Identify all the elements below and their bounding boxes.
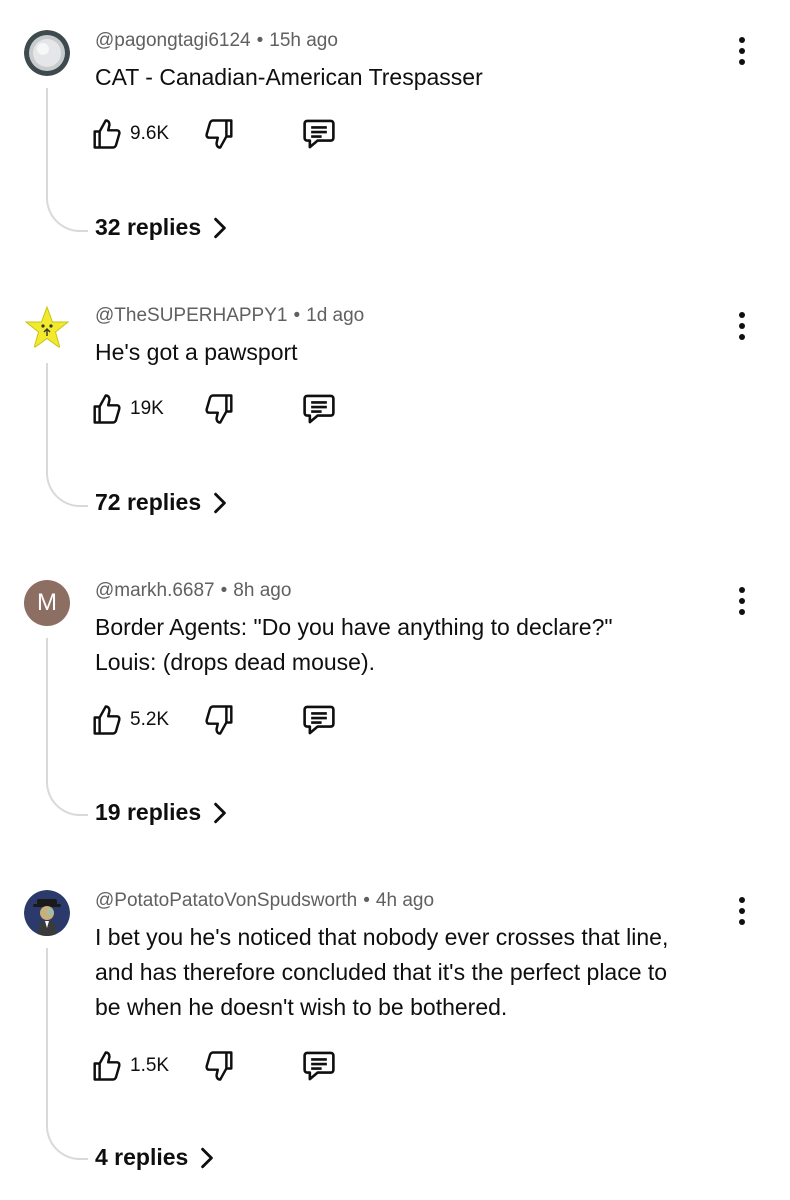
thumbs-up-icon [93, 705, 121, 735]
thumbs-down-icon [205, 705, 233, 735]
more-options-button[interactable] [731, 896, 753, 926]
comment-icon [303, 705, 335, 735]
separator-dot: • [363, 890, 370, 911]
comment-icon [303, 394, 335, 424]
thread-line [46, 88, 88, 232]
avatar[interactable] [24, 890, 70, 936]
dislike-button[interactable] [204, 118, 234, 155]
like-button[interactable]: 19K [92, 393, 164, 425]
avatar[interactable] [24, 305, 70, 351]
more-vert-icon [739, 37, 745, 43]
separator-dot: • [293, 305, 301, 326]
comment-author[interactable]: @pagongtagi6124 [95, 30, 251, 51]
replies-label: 19 replies [95, 799, 202, 825]
avatar[interactable]: M [24, 580, 70, 626]
more-vert-icon [739, 897, 745, 903]
avatar[interactable] [24, 30, 70, 76]
dislike-button[interactable] [204, 704, 234, 741]
thumbs-down-icon [205, 1051, 233, 1081]
comment-text-line: be when he doesn't wish to be bothered. [95, 994, 508, 1020]
comment-text-line: Louis: (drops dead mouse). [95, 649, 375, 675]
separator-dot: • [220, 580, 228, 601]
reply-button[interactable] [302, 118, 336, 155]
view-replies-button[interactable]: 32 replies [95, 214, 227, 241]
replies-label: 32 replies [95, 214, 202, 240]
comment-meta: @PotatoPatatoVonSpudsworth • 4h ago [95, 890, 434, 912]
view-replies-button[interactable]: 19 replies [95, 799, 227, 826]
replies-label: 4 replies [95, 1144, 189, 1170]
view-replies-button[interactable]: 72 replies [95, 489, 227, 516]
comment-meta: @TheSUPERHAPPY1 • 1d ago [95, 305, 364, 327]
reply-button[interactable] [302, 393, 336, 430]
comment-actions: 9.6K [92, 114, 352, 154]
comment-text-line: I bet you he's noticed that nobody ever … [95, 924, 669, 950]
dislike-button[interactable] [204, 393, 234, 430]
thread-line [46, 363, 88, 507]
star-avatar-icon [24, 305, 70, 351]
thumbs-down-icon [205, 119, 233, 149]
like-button[interactable]: 9.6K [92, 118, 169, 150]
like-button[interactable]: 1.5K [92, 1050, 169, 1082]
separator-dot: • [256, 30, 264, 51]
comment-icon [303, 119, 335, 149]
comment-author[interactable]: @markh.6687 [95, 580, 215, 601]
comment-text: CAT - Canadian-American Trespasser [95, 60, 745, 95]
more-options-button[interactable] [731, 311, 753, 341]
like-count: 9.6K [130, 123, 170, 144]
reply-button[interactable] [302, 704, 336, 741]
comment-actions: 5.2K [92, 700, 352, 740]
view-replies-button[interactable]: 4 replies [95, 1144, 214, 1171]
thumbs-up-icon [93, 1051, 121, 1081]
comment-time[interactable]: 1d ago [306, 305, 364, 326]
thread-line [46, 638, 88, 816]
comment-text-line: He's got a pawsport [95, 339, 298, 365]
thumbs-up-icon [93, 394, 121, 424]
comment-icon [303, 1051, 335, 1081]
like-count: 1.5K [130, 1055, 170, 1076]
more-vert-icon [739, 587, 745, 593]
like-count: 19K [130, 398, 164, 419]
comment-text-line: Border Agents: "Do you have anything to … [95, 614, 613, 640]
comment-text: He's got a pawsport [95, 335, 745, 370]
avatar-letter: M [37, 589, 57, 616]
dislike-button[interactable] [204, 1050, 234, 1087]
spy-avatar-icon [24, 890, 70, 936]
chevron-right-icon [201, 1147, 214, 1168]
coin-avatar-icon [24, 30, 70, 76]
comment-actions: 1.5K [92, 1046, 352, 1086]
comment-author[interactable]: @TheSUPERHAPPY1 [95, 305, 287, 326]
more-options-button[interactable] [731, 36, 753, 66]
comment-author[interactable]: @PotatoPatatoVonSpudsworth [95, 890, 357, 911]
comment-time[interactable]: 15h ago [269, 30, 338, 51]
thumbs-up-icon [93, 119, 121, 149]
chevron-right-icon [214, 492, 226, 513]
comment-text-line: CAT - Canadian-American Trespasser [95, 64, 483, 90]
more-options-button[interactable] [731, 586, 753, 616]
comment-meta: @markh.6687 • 8h ago [95, 580, 291, 602]
comment-text-line: and has therefore concluded that it's th… [95, 959, 668, 985]
comment-meta: @pagongtagi6124 • 15h ago [95, 30, 338, 52]
chevron-right-icon [214, 802, 226, 823]
thumbs-down-icon [205, 394, 233, 424]
comment-text: I bet you he's noticed that nobody ever … [95, 920, 745, 1025]
chevron-right-icon [214, 217, 226, 238]
comment-time[interactable]: 4h ago [376, 890, 434, 911]
comment-actions: 19K [92, 389, 352, 429]
thread-line [46, 948, 88, 1160]
more-vert-icon [739, 312, 745, 318]
replies-label: 72 replies [95, 489, 202, 515]
like-button[interactable]: 5.2K [92, 704, 169, 736]
reply-button[interactable] [302, 1050, 336, 1087]
comment-time[interactable]: 8h ago [233, 580, 291, 601]
like-count: 5.2K [130, 709, 170, 730]
comment-text: Border Agents: "Do you have anything to … [95, 610, 745, 680]
